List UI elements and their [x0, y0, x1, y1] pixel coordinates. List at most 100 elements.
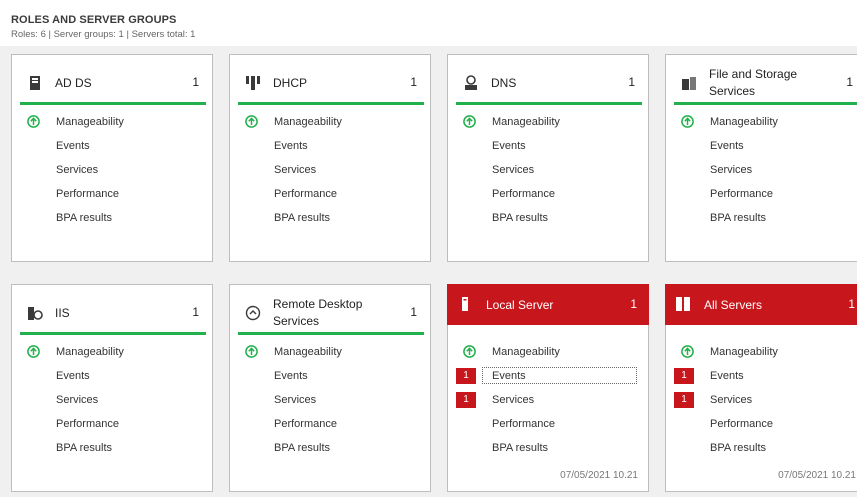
tile-header[interactable]: Local Server 1 — [447, 284, 649, 325]
status-row-bpa-results[interactable]: BPA results — [12, 207, 212, 231]
dns-icon — [463, 75, 479, 91]
alert-count-badge: 1 — [456, 368, 476, 384]
status-row-performance[interactable]: Performance — [12, 413, 212, 437]
role-tile-local-server[interactable]: Local Server 1 Manageability 1 Events 1 Servic… — [447, 284, 649, 492]
tile-title[interactable]: File and Storage Services — [709, 66, 839, 100]
status-row-label: Services — [710, 394, 753, 406]
status-row-manageability[interactable]: Manageability — [666, 341, 857, 365]
status-row-performance[interactable]: Performance — [448, 183, 648, 207]
status-row-label: Performance — [492, 188, 555, 200]
tile-timestamp: 07/05/2021 10.21 — [778, 470, 856, 481]
tile-title[interactable]: All Servers — [704, 297, 762, 313]
status-row-services[interactable]: Services — [230, 159, 430, 183]
status-row-bpa-results[interactable]: BPA results — [230, 207, 430, 231]
tile-title[interactable]: Remote Desktop Services — [273, 296, 403, 330]
status-row-label: Events — [56, 370, 90, 382]
tile-header[interactable]: IIS 1 — [20, 295, 206, 335]
status-row-manageability[interactable]: Manageability — [230, 111, 430, 135]
status-row-performance[interactable]: Performance — [230, 183, 430, 207]
status-row-label: BPA results — [56, 442, 113, 454]
role-tile-ad-ds[interactable]: AD DS 1 Manageability Events Services Perform… — [11, 54, 213, 262]
status-ok-icon — [463, 115, 476, 128]
status-row-events[interactable]: Events — [230, 135, 430, 159]
tile-status-list: Manageability 1 Events 1 Services Performance… — [448, 341, 648, 461]
status-ok-icon — [245, 345, 258, 358]
status-row-events[interactable]: Events — [12, 365, 212, 389]
status-row-label: Services — [492, 164, 535, 176]
status-row-bpa-results[interactable]: BPA results — [448, 207, 648, 231]
tile-count: 1 — [630, 297, 637, 311]
status-row-services[interactable]: Services — [12, 389, 212, 413]
status-row-label: Events — [710, 370, 744, 382]
status-row-label: Manageability — [56, 346, 124, 358]
status-row-label: Performance — [56, 418, 119, 430]
tile-timestamp: 07/05/2021 10.21 — [560, 470, 638, 481]
status-row-manageability[interactable]: Manageability — [12, 111, 212, 135]
tile-status-list: Manageability Events Services Performance BP… — [12, 341, 212, 461]
status-row-performance[interactable]: Performance — [666, 413, 857, 437]
status-row-events[interactable]: 1 Events — [448, 365, 648, 389]
section-header: ROLES AND SERVER GROUPS Roles: 6 | Serve… — [11, 14, 195, 40]
tile-header[interactable]: AD DS 1 — [20, 65, 206, 105]
tile-count: 1 — [410, 75, 417, 89]
status-row-services[interactable]: Services — [12, 159, 212, 183]
tile-count: 1 — [848, 297, 855, 311]
tile-status-list: Manageability Events Services Performance BP… — [448, 111, 648, 231]
status-row-performance[interactable]: Performance — [230, 413, 430, 437]
status-row-manageability[interactable]: Manageability — [448, 111, 648, 135]
status-row-label: BPA results — [492, 212, 549, 224]
status-row-bpa-results[interactable]: BPA results — [12, 437, 212, 461]
role-tile-file-and-storage-services[interactable]: File and Storage Services 1 Manageability E… — [665, 54, 857, 262]
role-tile-dns[interactable]: DNS 1 Manageability Events Services Performan… — [447, 54, 649, 262]
tile-status-list: Manageability Events Services Performance BP… — [666, 111, 857, 231]
tile-header[interactable]: DNS 1 — [456, 65, 642, 105]
status-row-label: Performance — [56, 188, 119, 200]
status-row-performance[interactable]: Performance — [666, 183, 857, 207]
status-row-services[interactable]: Services — [230, 389, 430, 413]
server-icon — [457, 296, 473, 312]
status-row-label: BPA results — [274, 442, 331, 454]
status-row-performance[interactable]: Performance — [448, 413, 648, 437]
role-tile-remote-desktop-services[interactable]: Remote Desktop Services 1 Manageability Eve… — [229, 284, 431, 492]
tile-count: 1 — [192, 75, 199, 89]
tile-title[interactable]: AD DS — [55, 75, 92, 91]
tile-header[interactable]: DHCP 1 — [238, 65, 424, 105]
status-row-bpa-results[interactable]: BPA results — [230, 437, 430, 461]
tile-title[interactable]: DHCP — [273, 75, 307, 91]
status-row-label: Performance — [274, 188, 337, 200]
status-row-label: Services — [56, 164, 99, 176]
tile-title[interactable]: IIS — [55, 305, 70, 321]
status-row-services[interactable]: 1 Services — [666, 389, 857, 413]
status-row-events[interactable]: Events — [666, 135, 857, 159]
tile-title[interactable]: DNS — [491, 75, 516, 91]
status-row-manageability[interactable]: Manageability — [230, 341, 430, 365]
status-row-bpa-results[interactable]: BPA results — [448, 437, 648, 461]
status-row-events[interactable]: Events — [230, 365, 430, 389]
status-row-label: BPA results — [274, 212, 331, 224]
status-row-label: Services — [492, 394, 535, 406]
role-tile-dhcp[interactable]: DHCP 1 Manageability Events Services Performa… — [229, 54, 431, 262]
status-row-bpa-results[interactable]: BPA results — [666, 207, 857, 231]
status-row-services[interactable]: 1 Services — [448, 389, 648, 413]
status-row-label: Performance — [274, 418, 337, 430]
status-row-events[interactable]: Events — [448, 135, 648, 159]
status-ok-icon — [27, 115, 40, 128]
role-tile-all-servers[interactable]: All Servers 1 Manageability 1 Events 1 Service… — [665, 284, 857, 492]
tile-title[interactable]: Local Server — [486, 297, 553, 313]
status-row-bpa-results[interactable]: BPA results — [666, 437, 857, 461]
status-row-manageability[interactable]: Manageability — [12, 341, 212, 365]
status-row-label: Services — [274, 164, 317, 176]
status-row-manageability[interactable]: Manageability — [448, 341, 648, 365]
tile-header[interactable]: All Servers 1 — [665, 284, 857, 325]
status-row-services[interactable]: Services — [666, 159, 857, 183]
status-row-services[interactable]: Services — [448, 159, 648, 183]
role-tile-iis[interactable]: IIS 1 Manageability Events Services Performan… — [11, 284, 213, 492]
status-ok-icon — [463, 345, 476, 358]
status-row-events[interactable]: Events — [12, 135, 212, 159]
status-row-manageability[interactable]: Manageability — [666, 111, 857, 135]
status-row-performance[interactable]: Performance — [12, 183, 212, 207]
status-ok-icon — [245, 115, 258, 128]
tile-header[interactable]: Remote Desktop Services 1 — [238, 295, 424, 335]
status-row-events[interactable]: 1 Events — [666, 365, 857, 389]
tile-header[interactable]: File and Storage Services 1 — [674, 65, 857, 105]
